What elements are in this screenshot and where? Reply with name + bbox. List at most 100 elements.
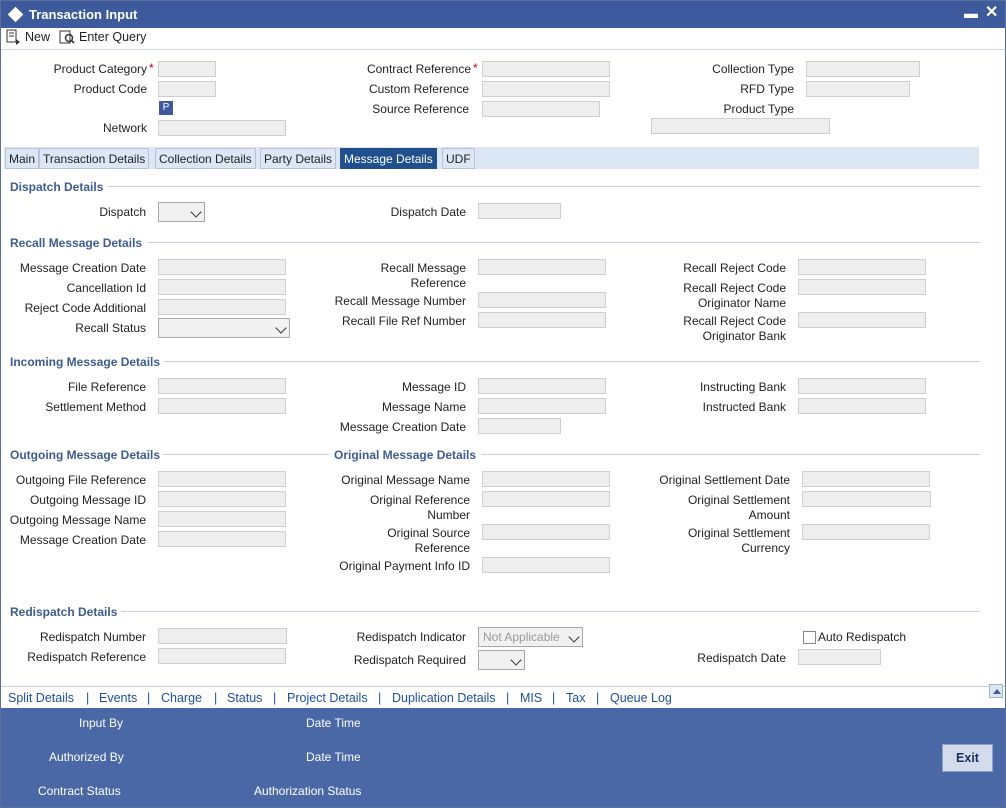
link-charge[interactable]: Charge (161, 691, 202, 705)
original-reference-number-field[interactable] (482, 491, 610, 507)
redispatch-date-field[interactable] (798, 649, 881, 665)
message-id-field[interactable] (478, 378, 606, 394)
outgoing-message-creation-date-field[interactable] (158, 531, 286, 547)
original-message-name-label: Original Message Name (341, 473, 470, 487)
link-tax[interactable]: Tax (566, 691, 585, 705)
link-events[interactable]: Events (99, 691, 137, 705)
original-settlement-amount-label-2: Amount (748, 508, 790, 522)
tab-udf[interactable]: UDF (442, 148, 475, 169)
dispatch-label: Dispatch (99, 205, 146, 219)
dispatch-select[interactable] (158, 202, 205, 222)
original-settlement-currency-field[interactable] (802, 524, 930, 540)
recall-message-number-field[interactable] (478, 292, 606, 308)
new-button[interactable]: New (5, 29, 50, 45)
dispatch-date-field[interactable] (478, 203, 561, 219)
new-document-icon (6, 29, 20, 45)
product-lookup-button[interactable]: P (159, 101, 173, 115)
recall-reject-code-label: Recall Reject Code (683, 261, 786, 275)
redispatch-number-field[interactable] (158, 628, 287, 644)
original-payment-info-id-field[interactable] (482, 557, 610, 573)
incoming-section-title: Incoming Message Details (10, 355, 161, 369)
original-message-name-field[interactable] (482, 471, 610, 487)
redispatch-required-select[interactable] (478, 650, 525, 670)
link-split-details[interactable]: Split Details (8, 691, 74, 705)
tab-main[interactable]: Main (5, 148, 40, 169)
exit-button[interactable]: Exit (942, 744, 993, 772)
redispatch-date-label: Redispatch Date (697, 651, 786, 665)
tab-party-details[interactable]: Party Details (260, 148, 337, 169)
file-reference-field[interactable] (158, 378, 286, 394)
reject-code-originator-bank-field[interactable] (798, 312, 926, 328)
recall-message-creation-date-field[interactable] (158, 259, 286, 275)
link-duplication-details[interactable]: Duplication Details (392, 691, 496, 705)
auto-redispatch-checkbox[interactable] (803, 631, 816, 644)
auto-redispatch-label: Auto Redispatch (818, 630, 907, 644)
original-payment-info-id-label: Original Payment Info ID (339, 559, 470, 573)
instructed-bank-label: Instructed Bank (702, 400, 786, 414)
original-source-reference-field[interactable] (482, 524, 610, 540)
recall-file-ref-number-field[interactable] (478, 312, 606, 328)
original-reference-number-label: Original Reference (369, 493, 470, 507)
recall-reject-code-field[interactable] (798, 259, 926, 275)
original-section-title: Original Message Details (334, 448, 477, 462)
product-type-field[interactable] (651, 118, 830, 134)
link-status[interactable]: Status (227, 691, 262, 705)
contract-reference-field[interactable] (482, 61, 610, 77)
cancellation-id-field[interactable] (158, 279, 286, 295)
outgoing-message-name-field[interactable] (158, 511, 286, 527)
reject-code-additional-label: Reject Code Additional (24, 301, 146, 315)
source-reference-field[interactable] (482, 101, 600, 117)
tab-message-details[interactable]: Message Details (340, 148, 437, 169)
section-divider (108, 186, 980, 187)
recall-message-reference-field[interactable] (478, 259, 606, 275)
outgoing-section-title: Outgoing Message Details (10, 448, 161, 462)
redispatch-indicator-select[interactable]: Not Applicable (478, 627, 583, 647)
close-icon[interactable]: ✕ (985, 2, 998, 22)
original-source-reference-label-2: Reference (414, 541, 470, 555)
outgoing-file-reference-field[interactable] (158, 471, 286, 487)
original-settlement-date-label: Original Settlement Date (659, 473, 790, 487)
recall-message-reference-label: Recall Message (380, 261, 466, 275)
new-label: New (25, 30, 51, 44)
contract-reference-label: Contract Reference (366, 62, 471, 76)
query-icon (59, 30, 75, 44)
link-queue-log[interactable]: Queue Log (610, 691, 672, 705)
network-field[interactable] (158, 120, 286, 136)
reject-code-additional-field[interactable] (158, 299, 286, 315)
collection-type-field[interactable] (806, 61, 920, 77)
original-settlement-amount-label: Original Settlement (687, 493, 790, 507)
recall-status-select[interactable] (158, 318, 290, 338)
message-id-label: Message ID (401, 380, 466, 394)
outgoing-message-name-label: Outgoing Message Name (9, 513, 146, 527)
tab-collection-details[interactable]: Collection Details (155, 148, 256, 169)
instructed-bank-field[interactable] (798, 398, 926, 414)
instructing-bank-field[interactable] (798, 378, 926, 394)
original-settlement-currency-label: Original Settlement (687, 526, 790, 540)
settlement-method-label: Settlement Method (45, 400, 146, 414)
recall-message-reference-label-2: Reference (410, 276, 466, 290)
minimize-icon[interactable]: ▬ (964, 5, 978, 21)
outgoing-message-id-field[interactable] (158, 491, 286, 507)
custom-reference-field[interactable] (482, 81, 610, 97)
tab-bar: Main Transaction Details Collection Deta… (4, 147, 979, 169)
reject-code-originator-name-field[interactable] (798, 279, 926, 295)
link-separator: | (273, 691, 277, 705)
original-settlement-date-field[interactable] (802, 471, 930, 487)
redispatch-reference-field[interactable] (158, 648, 286, 664)
original-source-reference-label: Original Source (387, 526, 470, 540)
message-name-field[interactable] (478, 398, 606, 414)
enter-query-button[interactable]: Enter Query (59, 29, 146, 45)
rfd-type-field[interactable] (806, 81, 910, 97)
link-mis[interactable]: MIS (520, 691, 542, 705)
original-settlement-amount-field[interactable] (802, 491, 931, 507)
incoming-message-creation-date-field[interactable] (478, 418, 561, 434)
scroll-up-icon[interactable] (989, 684, 1003, 698)
product-code-field[interactable] (158, 81, 216, 97)
redispatch-indicator-label: Redispatch Indicator (356, 630, 466, 644)
section-divider (121, 611, 980, 612)
settlement-method-field[interactable] (158, 398, 286, 414)
link-project-details[interactable]: Project Details (287, 691, 368, 705)
reject-code-originator-bank-label-2: Originator Bank (702, 329, 786, 343)
product-category-field[interactable] (158, 61, 216, 77)
tab-transaction-details[interactable]: Transaction Details (39, 148, 150, 169)
